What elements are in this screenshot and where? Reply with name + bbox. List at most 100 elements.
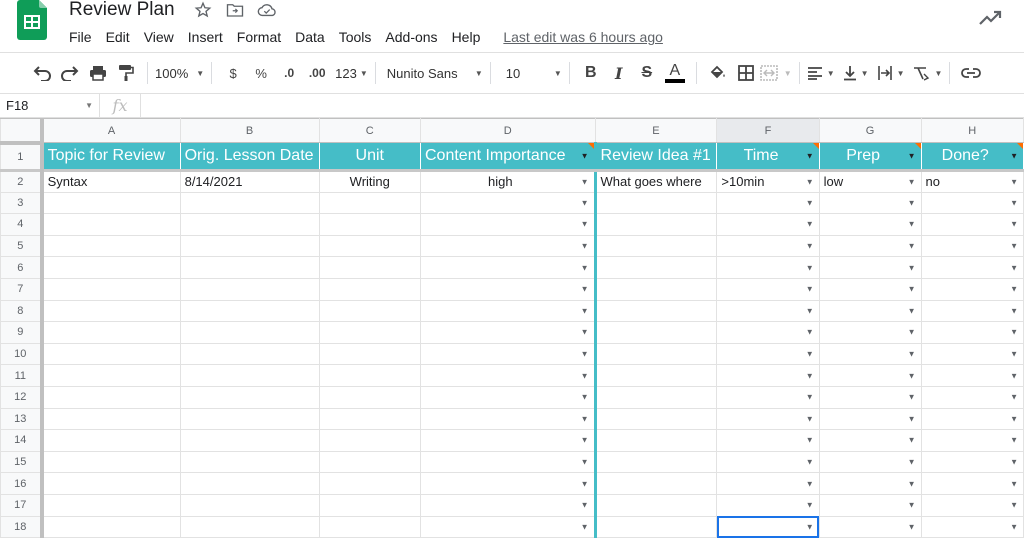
empty-cell[interactable] (318, 450, 422, 474)
empty-cell[interactable] (318, 213, 422, 236)
empty-cell[interactable] (318, 472, 422, 495)
empty-cell[interactable]: ▼ (716, 321, 820, 344)
header-cell-time[interactable]: Time ▼ (716, 142, 820, 172)
dropdown-arrow-icon[interactable]: ▼ (806, 350, 814, 359)
paint-format-icon[interactable] (112, 59, 140, 87)
empty-cell[interactable] (41, 385, 181, 409)
column-header-b[interactable]: B (179, 118, 320, 143)
empty-cell[interactable] (593, 213, 718, 236)
empty-cell[interactable]: ▼ (716, 277, 820, 301)
move-to-folder-icon[interactable] (224, 0, 246, 20)
empty-cell[interactable]: ▼ (818, 472, 922, 495)
cell-b2[interactable]: 8/14/2021 (179, 170, 320, 193)
empty-cell[interactable] (593, 450, 718, 474)
empty-cell[interactable]: ▼ (920, 321, 1024, 344)
empty-cell[interactable] (179, 234, 320, 258)
empty-cell[interactable]: ▼ (716, 429, 820, 452)
insert-link-icon[interactable] (957, 59, 985, 87)
merge-cells-dropdown[interactable]: ▼ (759, 59, 792, 87)
empty-cell[interactable] (318, 191, 422, 215)
cell-g2[interactable]: low ▼ (818, 170, 922, 193)
dropdown-arrow-icon[interactable]: ▼ (806, 285, 814, 294)
empty-cell[interactable] (593, 364, 718, 387)
empty-cell[interactable]: ▼ (716, 472, 820, 495)
empty-cell[interactable] (179, 342, 320, 366)
empty-cell[interactable]: ▼ (920, 277, 1024, 301)
cell-f2[interactable]: >10min ▼ (716, 170, 820, 193)
dropdown-arrow-icon[interactable]: ▼ (908, 458, 916, 467)
empty-cell[interactable]: ▼ (716, 364, 820, 387)
empty-cell[interactable]: ▼ (420, 321, 596, 344)
empty-cell[interactable]: ▼ (420, 277, 596, 301)
empty-cell[interactable] (179, 450, 320, 474)
dropdown-arrow-icon[interactable]: ▼ (908, 436, 916, 445)
header-cell-done[interactable]: Done? ▼ (920, 142, 1024, 172)
dropdown-arrow-icon[interactable]: ▼ (908, 242, 916, 251)
empty-cell[interactable]: ▼ (420, 256, 596, 279)
font-size-dropdown[interactable]: 10 ▼ (498, 59, 562, 87)
dropdown-arrow-icon[interactable]: ▼ (806, 306, 814, 315)
empty-cell[interactable] (179, 472, 320, 495)
empty-cell[interactable]: ▼ (920, 385, 1024, 409)
formula-input[interactable] (140, 93, 1024, 118)
empty-cell[interactable]: ▼ (420, 493, 596, 517)
dropdown-arrow-icon[interactable]: ▼ (1010, 198, 1018, 207)
dropdown-arrow-icon[interactable]: ▼ (581, 414, 589, 423)
row-number[interactable]: 2 (0, 170, 44, 193)
dropdown-arrow-icon[interactable]: ▼ (1010, 152, 1018, 161)
dropdown-arrow-icon[interactable]: ▼ (806, 220, 814, 229)
dropdown-arrow-icon[interactable]: ▼ (581, 263, 589, 272)
empty-cell[interactable]: ▼ (920, 472, 1024, 495)
row-number[interactable]: 1 (0, 142, 44, 172)
sheets-logo-icon[interactable] (17, 0, 49, 40)
empty-cell[interactable] (179, 299, 320, 323)
row-number[interactable]: 17 (0, 493, 44, 517)
column-header-c[interactable]: C (318, 118, 422, 143)
empty-cell[interactable]: ▼ (818, 256, 922, 279)
dropdown-arrow-icon[interactable]: ▼ (581, 393, 589, 402)
row-number[interactable]: 4 (0, 213, 44, 236)
empty-cell[interactable] (41, 213, 181, 236)
percent-format-button[interactable]: % (247, 59, 275, 87)
empty-cell[interactable] (179, 321, 320, 344)
empty-cell[interactable]: ▼ (420, 364, 596, 387)
header-cell-content-importance[interactable]: Content Importance ▼ (420, 142, 596, 172)
empty-cell[interactable] (179, 256, 320, 279)
select-all-corner[interactable] (0, 118, 44, 145)
empty-cell[interactable] (41, 472, 181, 495)
empty-cell[interactable] (41, 299, 181, 323)
empty-cell[interactable] (593, 277, 718, 301)
menu-add-ons[interactable]: Add-ons (378, 27, 444, 47)
fill-color-icon[interactable] (704, 59, 732, 87)
column-header-f[interactable]: F (716, 118, 820, 143)
dropdown-arrow-icon[interactable]: ▼ (581, 242, 589, 251)
empty-cell[interactable]: ▼ (818, 429, 922, 452)
empty-cell[interactable]: ▼ (420, 385, 596, 409)
strikethrough-button[interactable]: S (633, 59, 661, 87)
empty-cell[interactable]: ▼ (818, 234, 922, 258)
empty-cell[interactable]: ▼ (420, 407, 596, 431)
dropdown-arrow-icon[interactable]: ▼ (1010, 522, 1018, 531)
empty-cell[interactable]: ▼ (716, 256, 820, 279)
empty-cell[interactable] (318, 385, 422, 409)
dropdown-arrow-icon[interactable]: ▼ (1010, 328, 1018, 337)
dropdown-arrow-icon[interactable]: ▼ (908, 198, 916, 207)
empty-cell[interactable] (593, 256, 718, 279)
empty-cell[interactable]: ▼ (716, 299, 820, 323)
menu-help[interactable]: Help (445, 27, 488, 47)
dropdown-arrow-icon[interactable]: ▼ (581, 285, 589, 294)
empty-cell[interactable]: ▼ (920, 299, 1024, 323)
redo-icon[interactable] (56, 59, 84, 87)
empty-cell[interactable]: ▼ (920, 234, 1024, 258)
selected-cell[interactable]: ▼ (716, 515, 820, 539)
header-cell-lesson-date[interactable]: Orig. Lesson Date (179, 142, 320, 172)
header-cell-topic[interactable]: Topic for Review (41, 142, 181, 172)
dropdown-arrow-icon[interactable]: ▼ (806, 436, 814, 445)
empty-cell[interactable]: ▼ (420, 472, 596, 495)
row-number[interactable]: 16 (0, 472, 44, 495)
empty-cell[interactable] (318, 256, 422, 279)
empty-cell[interactable] (179, 493, 320, 517)
more-formats-dropdown[interactable]: 123 ▼ (335, 59, 368, 87)
empty-cell[interactable]: ▼ (920, 342, 1024, 366)
empty-cell[interactable] (318, 493, 422, 517)
